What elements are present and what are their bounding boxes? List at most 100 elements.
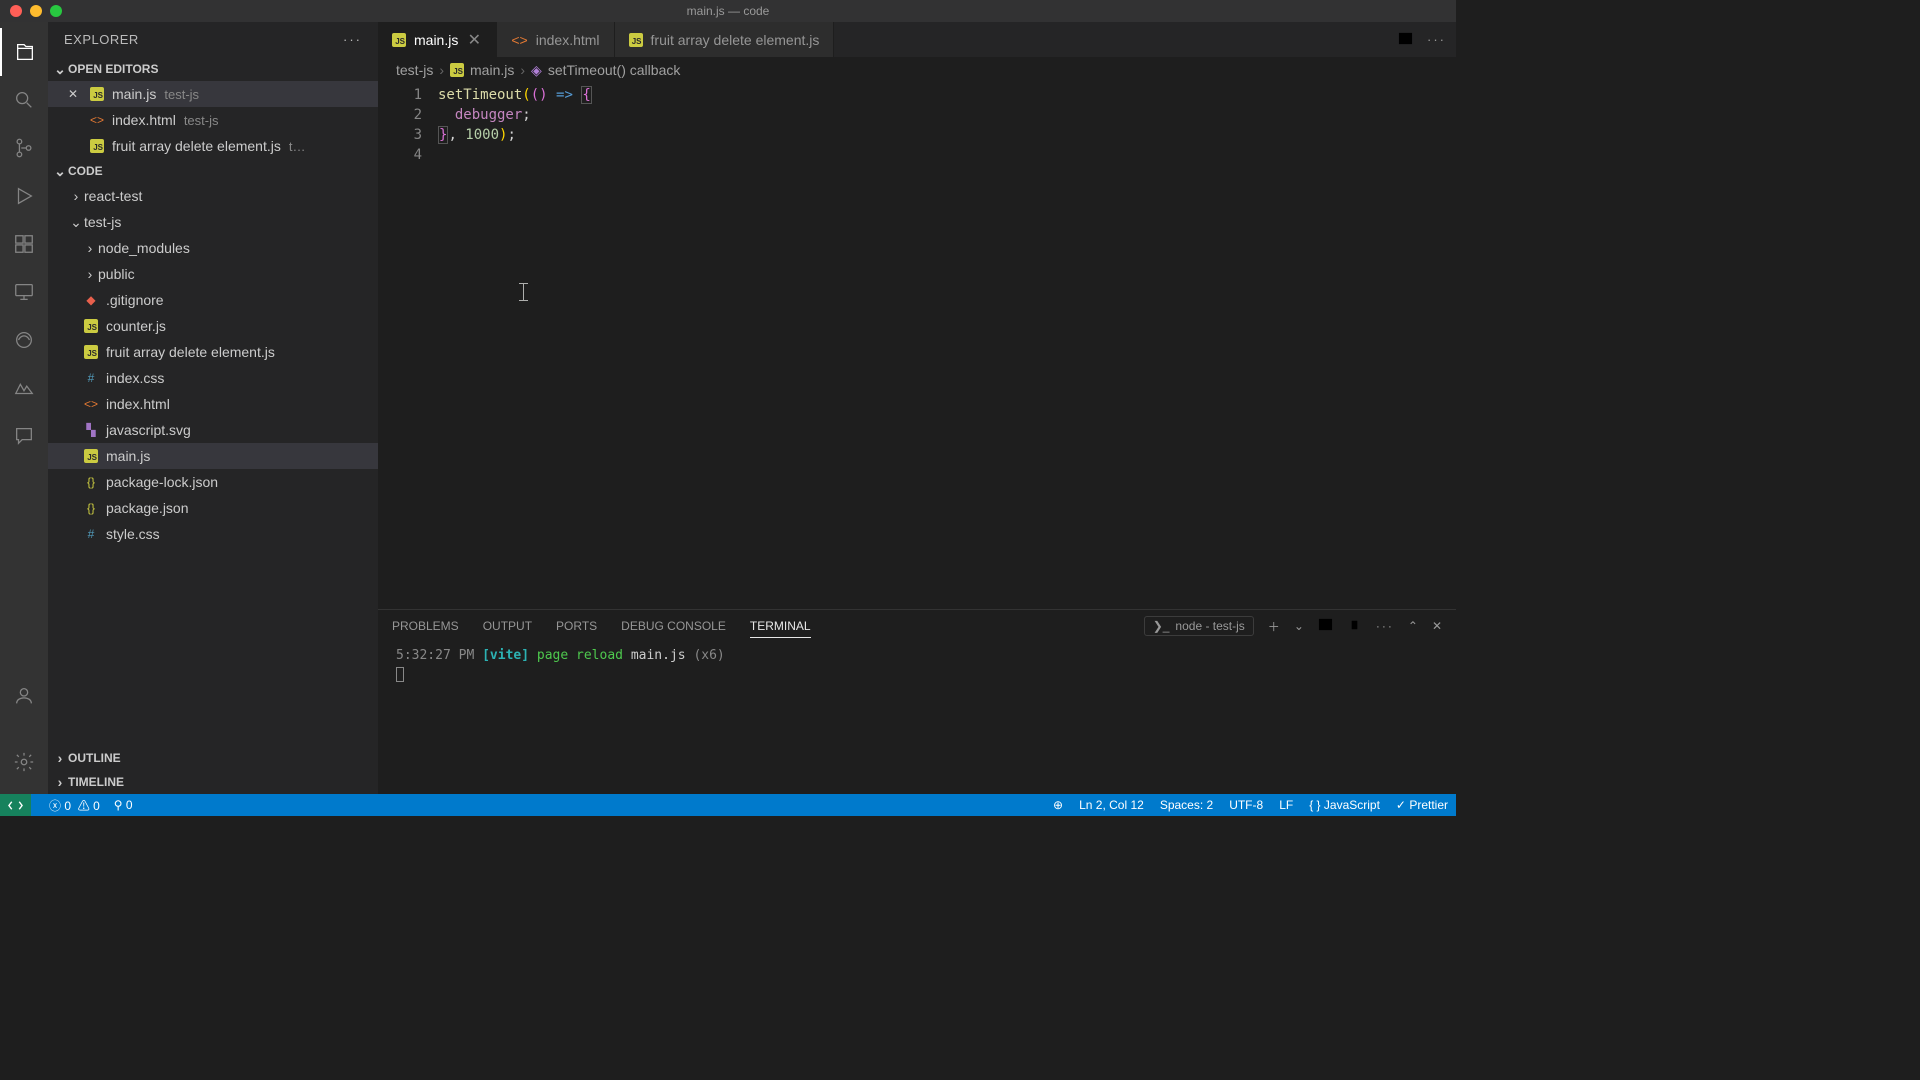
close-window-button[interactable]: [10, 5, 22, 17]
terminal-dropdown-icon[interactable]: ⌄: [1294, 619, 1304, 633]
close-panel-icon[interactable]: ✕: [1432, 619, 1442, 633]
explorer-icon[interactable]: [0, 28, 48, 76]
terminal-text: (x6): [693, 648, 724, 663]
code-content[interactable]: setTimeout(() => { debugger; }, 1000);: [438, 83, 1456, 609]
remote-indicator[interactable]: [0, 794, 31, 816]
open-editor-item[interactable]: JS fruit array delete element.js t…: [48, 133, 378, 159]
panel-tab-terminal[interactable]: TERMINAL: [750, 615, 811, 638]
code-editor[interactable]: 1 2 3 4 setTimeout(() => { debugger; }, …: [378, 83, 1456, 609]
extensions-icon[interactable]: [0, 220, 48, 268]
folder-item[interactable]: ›node_modules: [48, 235, 378, 261]
file-item[interactable]: <>index.html: [48, 391, 378, 417]
remote-explorer-icon[interactable]: [0, 268, 48, 316]
source-control-icon[interactable]: [0, 124, 48, 172]
split-terminal-icon[interactable]: [1318, 617, 1333, 635]
edge-tools-icon[interactable]: [0, 316, 48, 364]
status-prettier[interactable]: ✓ Prettier: [1396, 798, 1448, 812]
editor-tab[interactable]: <> index.html: [497, 22, 614, 57]
tab-label: fruit array delete element.js: [651, 32, 820, 48]
folder-item[interactable]: ⌄test-js: [48, 209, 378, 235]
file-item[interactable]: {}package-lock.json: [48, 469, 378, 495]
git-file-icon: ◆: [82, 293, 100, 307]
status-errors[interactable]: ⓧ 0 ⚠ 0: [49, 797, 100, 814]
sidebar-header: EXPLORER ···: [48, 22, 378, 57]
accounts-icon[interactable]: [0, 672, 48, 720]
file-item[interactable]: ◆ .gitignore: [48, 287, 378, 313]
close-icon[interactable]: ✕: [64, 87, 82, 101]
status-cursor-position[interactable]: Ln 2, Col 12: [1079, 798, 1144, 812]
panel-tab-debug-console[interactable]: DEBUG CONSOLE: [621, 615, 726, 637]
kill-terminal-icon[interactable]: [1347, 617, 1362, 635]
file-name: .gitignore: [106, 292, 164, 308]
status-encoding[interactable]: UTF-8: [1229, 798, 1263, 812]
chevron-right-icon: ›: [82, 266, 98, 282]
panel-tab-output[interactable]: OUTPUT: [483, 615, 532, 637]
terminal-name: node - test-js: [1175, 619, 1244, 633]
maximize-panel-icon[interactable]: ⌃: [1408, 619, 1418, 633]
panel-tab-ports[interactable]: PORTS: [556, 615, 597, 637]
feedback-icon[interactable]: ⊕: [1053, 798, 1063, 812]
file-item[interactable]: #index.css: [48, 365, 378, 391]
chevron-right-icon: ›: [52, 750, 68, 766]
split-editor-icon[interactable]: [1398, 31, 1413, 49]
terminal-text: [vite]: [482, 648, 529, 663]
status-bar: ⓧ 0 ⚠ 0 ⚲ 0 ⊕ Ln 2, Col 12 Spaces: 2 UTF…: [0, 794, 1456, 816]
folder-item[interactable]: ›react-test: [48, 183, 378, 209]
status-language[interactable]: { } JavaScript: [1309, 798, 1380, 812]
tab-label: main.js: [414, 32, 458, 48]
chevron-right-icon: ›: [520, 62, 525, 78]
terminal-output[interactable]: 5:32:27 PM [vite] page reload main.js (x…: [378, 642, 1456, 794]
more-actions-icon[interactable]: ···: [1427, 32, 1446, 47]
js-file-icon: JS: [90, 139, 104, 153]
chevron-down-icon: ⌄: [68, 214, 84, 231]
status-eol[interactable]: LF: [1279, 798, 1293, 812]
outline-header[interactable]: › OUTLINE: [48, 746, 378, 770]
folder-item[interactable]: ›public: [48, 261, 378, 287]
file-item[interactable]: JScounter.js: [48, 313, 378, 339]
file-dir: t…: [289, 139, 306, 154]
breadcrumb-item[interactable]: test-js: [396, 62, 433, 78]
new-terminal-icon[interactable]: ＋: [1268, 618, 1280, 635]
file-item[interactable]: JSmain.js: [48, 443, 378, 469]
search-icon[interactable]: [0, 76, 48, 124]
status-indentation[interactable]: Spaces: 2: [1160, 798, 1213, 812]
folder-name: node_modules: [98, 240, 190, 256]
file-name: package.json: [106, 500, 189, 516]
breadcrumb-item[interactable]: setTimeout() callback: [548, 62, 681, 78]
folder-name: react-test: [84, 188, 142, 204]
breadcrumbs[interactable]: test-js › JS main.js › ◈ setTimeout() ca…: [378, 57, 1456, 83]
run-debug-icon[interactable]: [0, 172, 48, 220]
traffic-lights: [0, 5, 62, 17]
status-ports[interactable]: ⚲ 0: [114, 798, 133, 812]
maximize-window-button[interactable]: [50, 5, 62, 17]
file-item[interactable]: ▚javascript.svg: [48, 417, 378, 443]
editor-tabs: JS main.js ✕ <> index.html JS fruit arra…: [378, 22, 1456, 57]
text-cursor-icon: [523, 283, 524, 301]
open-editor-item[interactable]: ✕ JS main.js test-js: [48, 81, 378, 107]
editor-tab[interactable]: JS fruit array delete element.js: [615, 22, 835, 57]
file-name: javascript.svg: [106, 422, 191, 438]
editor-tab[interactable]: JS main.js ✕: [378, 22, 497, 57]
chat-icon[interactable]: [0, 412, 48, 460]
breadcrumb-item[interactable]: main.js: [470, 62, 514, 78]
more-icon[interactable]: ···: [1376, 619, 1394, 633]
js-file-icon: JS: [629, 33, 643, 47]
editor-area: JS main.js ✕ <> index.html JS fruit arra…: [378, 22, 1456, 794]
panel-tab-problems[interactable]: PROBLEMS: [392, 615, 459, 637]
close-tab-icon[interactable]: ✕: [466, 30, 482, 50]
wallaby-icon[interactable]: [0, 364, 48, 412]
sidebar-more-icon[interactable]: ···: [343, 32, 362, 47]
code-section-header[interactable]: ⌄ CODE: [48, 159, 378, 183]
token: debugger: [455, 107, 522, 123]
minimize-window-button[interactable]: [30, 5, 42, 17]
file-item[interactable]: #style.css: [48, 521, 378, 547]
token: 1000: [465, 127, 499, 143]
file-name: index.css: [106, 370, 164, 386]
open-editors-header[interactable]: ⌄ OPEN EDITORS: [48, 57, 378, 81]
terminal-selector[interactable]: ❯_ node - test-js: [1144, 616, 1254, 636]
file-item[interactable]: JSfruit array delete element.js: [48, 339, 378, 365]
open-editor-item[interactable]: <> index.html test-js: [48, 107, 378, 133]
timeline-header[interactable]: › TIMELINE: [48, 770, 378, 794]
file-item[interactable]: {}package.json: [48, 495, 378, 521]
settings-gear-icon[interactable]: [0, 738, 48, 786]
